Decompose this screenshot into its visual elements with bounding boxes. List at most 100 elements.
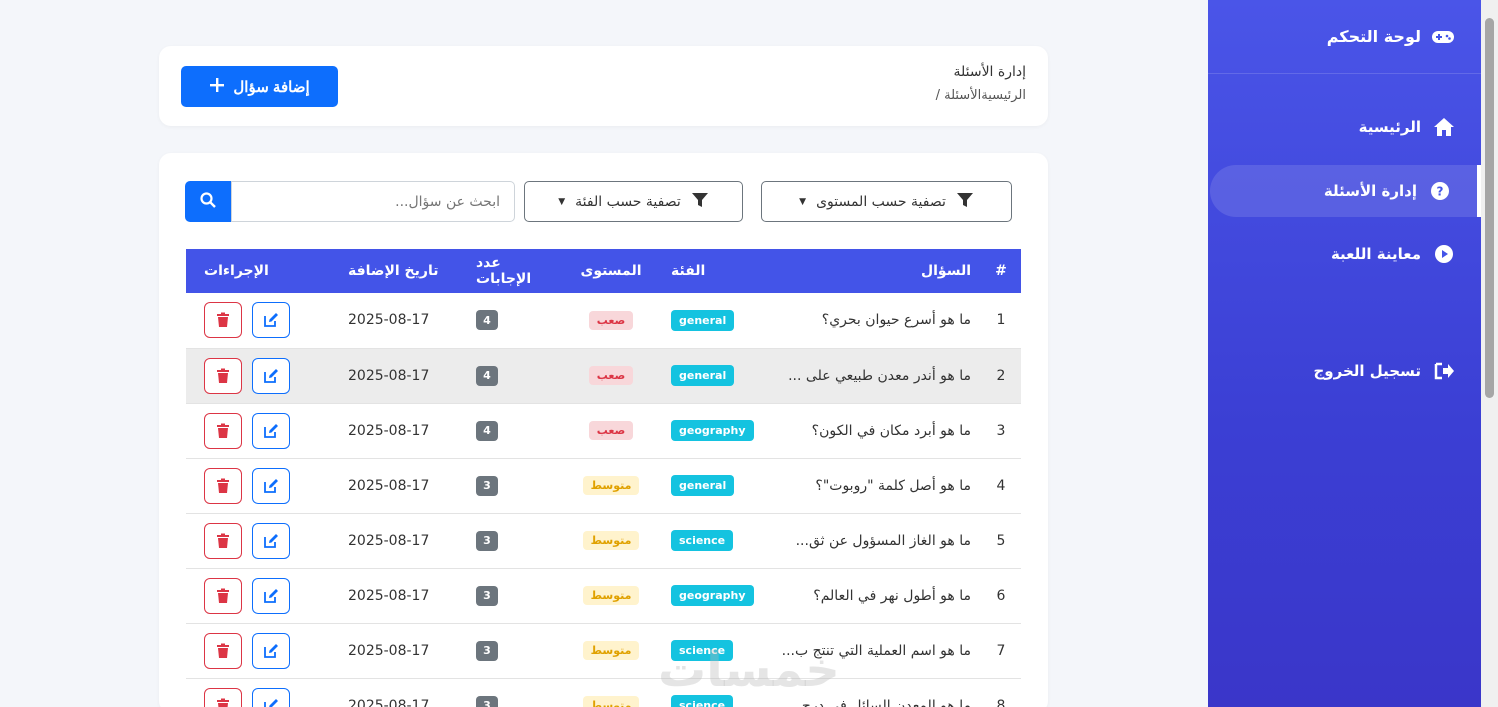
search-icon xyxy=(200,191,216,212)
brand-label: لوحة التحكم xyxy=(1326,27,1421,46)
level-badge: متوسط xyxy=(582,641,640,660)
edit-icon xyxy=(264,313,278,328)
breadcrumb[interactable]: الرئيسيةالأسئلة / xyxy=(936,88,1026,103)
level-badge: متوسط xyxy=(582,586,640,605)
col-header-question: السؤال xyxy=(920,263,971,279)
table-row: 5 ما هو الغاز المسؤول عن ثق... science متوس… xyxy=(186,513,1021,568)
answers-count-badge: 3 xyxy=(476,640,498,661)
edit-icon xyxy=(264,698,278,707)
search-button[interactable] xyxy=(185,181,231,222)
row-number: 3 xyxy=(996,422,1006,439)
edit-button[interactable] xyxy=(252,577,290,614)
edit-icon xyxy=(264,588,278,603)
table-row: 2 ما هو أندر معدن طبيعي على ... general صعب… xyxy=(186,348,1021,403)
delete-button[interactable] xyxy=(204,577,242,614)
col-header-category: الفئة xyxy=(671,263,706,279)
col-header-level: المستوى xyxy=(580,263,642,279)
category-badge: geography xyxy=(671,420,754,441)
scrollbar-thumb[interactable] xyxy=(1485,18,1494,398)
level-badge: صعب xyxy=(588,310,634,330)
row-question: ما هو أندر معدن طبيعي على ... xyxy=(788,367,971,384)
row-number: 2 xyxy=(996,367,1006,384)
table-row: 8 ما هو المعدن السائل في درج... science متو… xyxy=(186,678,1021,707)
delete-button[interactable] xyxy=(204,522,242,559)
level-badge: متوسط xyxy=(582,476,640,495)
trash-icon xyxy=(217,533,229,548)
col-header-date: تاريخ الإضافة xyxy=(348,263,439,279)
question-circle-icon: ? xyxy=(1429,181,1451,201)
sidebar-item-label: تسجيل الخروج xyxy=(1313,362,1422,380)
row-date: 2025-08-17 xyxy=(348,312,430,329)
home-icon xyxy=(1433,117,1455,137)
trash-icon xyxy=(217,368,229,383)
sidebar-item-label: الرئيسية xyxy=(1358,118,1421,136)
edit-button[interactable] xyxy=(252,302,290,339)
trash-icon xyxy=(217,588,229,603)
trash-icon xyxy=(217,478,229,493)
category-badge: science xyxy=(671,530,734,551)
answers-count-badge: 3 xyxy=(476,695,498,707)
row-date: 2025-08-17 xyxy=(348,587,430,604)
sidebar: لوحة التحكم الرئيسية ? إدارة الأسئلة معا… xyxy=(1208,0,1481,707)
delete-button[interactable] xyxy=(204,357,242,394)
play-circle-icon xyxy=(1433,244,1455,264)
answers-count-badge: 3 xyxy=(476,475,498,496)
delete-button[interactable] xyxy=(204,687,242,707)
sidebar-item-logout[interactable]: تسجيل الخروج xyxy=(1208,345,1481,397)
trash-icon xyxy=(217,643,229,658)
filter-icon xyxy=(691,192,709,212)
category-filter-label: تصفية حسب الفئة xyxy=(575,193,681,210)
edit-button[interactable] xyxy=(252,687,290,707)
table-row: 3 ما هو أبرد مكان في الكون؟ geography صعب 4 2… xyxy=(186,403,1021,458)
sidebar-item-home[interactable]: الرئيسية xyxy=(1208,101,1481,153)
edit-button[interactable] xyxy=(252,412,290,449)
delete-button[interactable] xyxy=(204,632,242,669)
questions-card: تصفية حسب المستوى ▼ تصفية حسب الفئة ▼ # … xyxy=(159,153,1048,707)
table-row: 7 ما هو اسم العملية التي تنتج ب... science… xyxy=(186,623,1021,678)
category-badge: science xyxy=(671,640,734,661)
page-title: إدارة الأسئلة xyxy=(953,64,1026,80)
edit-icon xyxy=(264,533,278,548)
row-question: ما هو اسم العملية التي تنتج ب... xyxy=(781,642,971,659)
sidebar-item-preview[interactable]: معاينة اللعبة xyxy=(1208,228,1481,280)
category-badge: general xyxy=(671,365,735,386)
level-badge: متوسط xyxy=(582,696,640,707)
logout-icon xyxy=(1433,362,1455,380)
category-badge: general xyxy=(671,475,735,496)
table-row: 6 ما هو أطول نهر في العالم؟ geography متوسط… xyxy=(186,568,1021,623)
delete-button[interactable] xyxy=(204,467,242,504)
trash-icon xyxy=(217,698,229,707)
table-row: 4 ما هو أصل كلمة "روبوت"؟ general متوسط 3 202… xyxy=(186,458,1021,513)
sidebar-item-questions[interactable]: ? إدارة الأسئلة xyxy=(1210,165,1481,217)
category-filter-dropdown[interactable]: تصفية حسب الفئة ▼ xyxy=(524,181,743,222)
edit-button[interactable] xyxy=(252,522,290,559)
sidebar-brand[interactable]: لوحة التحكم xyxy=(1208,0,1481,74)
add-question-button[interactable]: إضافة سؤال xyxy=(181,66,338,107)
level-badge: صعب xyxy=(588,366,634,385)
answers-count-badge: 4 xyxy=(476,420,498,441)
category-badge: general xyxy=(671,309,735,331)
delete-button[interactable] xyxy=(204,412,242,449)
edit-button[interactable] xyxy=(252,632,290,669)
table-row: 1 ما هو أسرع حيوان بحري؟ general صعب 4 2025-0… xyxy=(186,293,1021,348)
trash-icon xyxy=(217,312,229,328)
plus-icon xyxy=(209,77,225,97)
level-filter-dropdown[interactable]: تصفية حسب المستوى ▼ xyxy=(761,181,1012,222)
edit-button[interactable] xyxy=(252,467,290,504)
row-question: ما هو المعدن السائل في درج... xyxy=(788,697,971,707)
page-scrollbar[interactable] xyxy=(1481,0,1498,707)
filter-icon xyxy=(956,192,974,212)
search-input[interactable] xyxy=(231,181,515,222)
edit-icon xyxy=(264,478,278,493)
edit-icon xyxy=(264,643,278,658)
row-date: 2025-08-17 xyxy=(348,642,430,659)
row-date: 2025-08-17 xyxy=(348,532,430,549)
category-badge: science xyxy=(671,695,734,707)
row-number: 8 xyxy=(996,697,1006,707)
edit-button[interactable] xyxy=(252,357,290,394)
delete-button[interactable] xyxy=(204,302,242,339)
questions-table: # السؤال الفئة المستوى عدد الإجابات تاري… xyxy=(186,249,1021,707)
row-date: 2025-08-17 xyxy=(348,367,430,384)
row-question: ما هو أطول نهر في العالم؟ xyxy=(813,587,971,604)
level-badge: متوسط xyxy=(582,531,640,550)
